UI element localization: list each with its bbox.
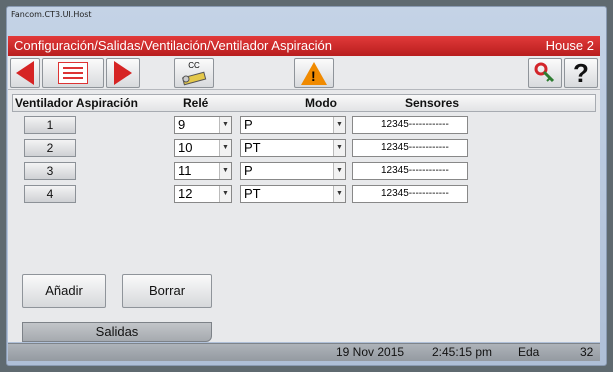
cc-button[interactable]: CC [174, 58, 214, 88]
previous-button[interactable] [10, 58, 40, 88]
header-rele: Relé [183, 96, 209, 110]
status-number: 32 [580, 345, 594, 359]
row-index-button[interactable]: 4 [24, 185, 76, 203]
dropdown-arrow-icon: ▼ [333, 117, 345, 133]
red-right-arrow-icon [114, 61, 132, 85]
sensores-field[interactable]: 12345------------ [352, 185, 468, 203]
table-row: 1 9 ▼ P ▼ 12345------------ [8, 116, 600, 136]
delete-button[interactable]: Borrar [122, 274, 212, 308]
help-button[interactable]: ? [564, 58, 598, 88]
wrench-tools-icon [181, 71, 207, 85]
row-index-button[interactable]: 1 [24, 116, 76, 134]
sensores-field[interactable]: 12345------------ [352, 116, 468, 134]
warning-triangle-icon: ! [301, 61, 327, 85]
dropdown-arrow-icon: ▼ [219, 140, 231, 156]
house-label: House 2 [545, 38, 594, 53]
header-modo: Modo [305, 96, 337, 110]
table-row: 2 10 ▼ PT ▼ 12345------------ [8, 139, 600, 159]
tab-salidas[interactable]: Salidas [22, 322, 212, 342]
rele-select[interactable]: 9 ▼ [174, 116, 232, 134]
modo-select[interactable]: P ▼ [240, 116, 346, 134]
key-icon [534, 62, 555, 83]
status-date: 19 Nov 2015 [336, 345, 405, 359]
dropdown-arrow-icon: ▼ [219, 117, 231, 133]
dropdown-arrow-icon: ▼ [333, 163, 345, 179]
row-index-button[interactable]: 2 [24, 139, 76, 157]
next-button[interactable] [106, 58, 140, 88]
tab-strip: Salidas [8, 320, 600, 342]
status-time: 2:45:15 pm [432, 345, 493, 359]
os-window-title: Fancom.CT3.UI.Host [11, 10, 92, 19]
red-left-arrow-icon [16, 61, 34, 85]
rele-value: 10 [178, 140, 193, 155]
table-row: 3 11 ▼ P ▼ 12345------------ [8, 162, 600, 182]
modo-value: PT [244, 186, 261, 201]
rele-value: 11 [178, 163, 192, 178]
title-bar: Configuración/Salidas/Ventilación/Ventil… [8, 36, 600, 56]
warning-button[interactable]: ! [294, 58, 334, 88]
main-panel: Ventilador Aspiración Relé Modo Sensores… [8, 90, 600, 320]
header-sensores: Sensores [405, 96, 460, 110]
modo-value: P [244, 117, 253, 132]
table-row: 4 12 ▼ PT ▼ 12345------------ [8, 185, 600, 205]
modo-select[interactable]: PT ▼ [240, 185, 346, 203]
dropdown-arrow-icon: ▼ [219, 186, 231, 202]
login-key-button[interactable] [528, 58, 562, 88]
rele-select[interactable]: 12 ▼ [174, 185, 232, 203]
sensores-field[interactable]: 12345------------ [352, 139, 468, 157]
modo-value: PT [244, 140, 261, 155]
dropdown-arrow-icon: ▼ [333, 186, 345, 202]
list-view-icon [58, 62, 88, 84]
dropdown-arrow-icon: ▼ [333, 140, 345, 156]
status-user: Eda [518, 345, 540, 359]
list-view-button[interactable] [42, 58, 104, 88]
header-ventilador: Ventilador Aspiración [15, 96, 138, 110]
rele-select[interactable]: 11 ▼ [174, 162, 232, 180]
cc-label: CC [188, 60, 200, 70]
modo-select[interactable]: P ▼ [240, 162, 346, 180]
status-bar: 19 Nov 2015 2:45:15 pm Eda 32 [8, 343, 600, 361]
dropdown-arrow-icon: ▼ [219, 163, 231, 179]
rele-select[interactable]: 10 ▼ [174, 139, 232, 157]
modo-select[interactable]: PT ▼ [240, 139, 346, 157]
row-index-button[interactable]: 3 [24, 162, 76, 180]
rele-value: 12 [178, 186, 193, 201]
toolbar: CC ! ? [8, 56, 600, 90]
rele-value: 9 [178, 117, 186, 132]
breadcrumb-path: Configuración/Salidas/Ventilación/Ventil… [14, 38, 332, 53]
sensores-field[interactable]: 12345------------ [352, 162, 468, 180]
add-button[interactable]: Añadir [22, 274, 106, 308]
modo-value: P [244, 163, 253, 178]
table-header: Ventilador Aspiración Relé Modo Sensores [12, 94, 596, 112]
